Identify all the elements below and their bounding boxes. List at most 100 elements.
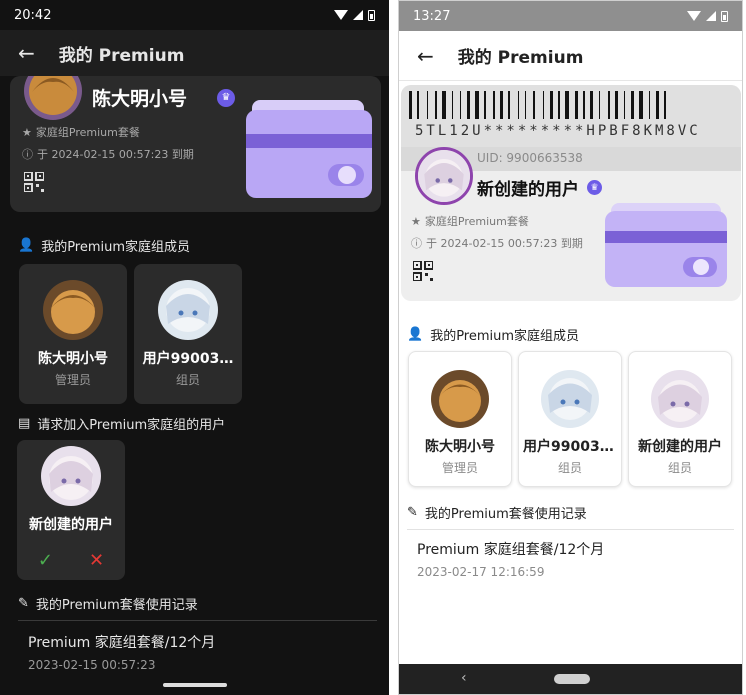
member-card[interactable]: 陈大明小号 管理员 bbox=[408, 351, 512, 487]
barcode-strip: 5TL12U*********HPBF8KM8VC bbox=[401, 85, 741, 147]
status-bar: 13:27 bbox=[399, 1, 742, 31]
dark-phone-screen: 20:42 ← 我的 Premium 陈大明小号 ♛ ★ 家庭组Premium套… bbox=[0, 0, 389, 695]
barcode-bar bbox=[661, 91, 662, 119]
avatar bbox=[41, 446, 101, 506]
expiry-row: ⓘ 于 2024-02-15 00:57:23 到期 bbox=[411, 235, 583, 251]
member-name: 用户990035… bbox=[523, 439, 621, 455]
barcode-bar bbox=[409, 91, 412, 119]
expiry-text: 于 2024-02-15 00:57:23 到期 bbox=[37, 148, 194, 161]
navigation-bar: ‹ bbox=[399, 664, 742, 694]
qr-code-icon[interactable] bbox=[413, 261, 433, 281]
barcode-bar bbox=[546, 91, 548, 119]
card-user-name: 新创建的用户 bbox=[477, 180, 579, 200]
record-date: 2023-02-17 12:16:59 bbox=[417, 565, 545, 579]
barcode-bar bbox=[521, 91, 523, 119]
barcode-bar bbox=[580, 91, 581, 119]
barcode-bar bbox=[497, 91, 498, 119]
barcode-bar bbox=[463, 91, 465, 119]
barcode-bar bbox=[565, 91, 569, 119]
pen-icon: ✎ bbox=[18, 596, 29, 611]
status-time: 13:27 bbox=[413, 8, 451, 24]
barcode-bar bbox=[620, 91, 622, 119]
plan-text: 家庭组Premium套餐 bbox=[424, 215, 529, 228]
nav-home-button[interactable] bbox=[554, 674, 590, 684]
barcode-bar bbox=[493, 91, 495, 119]
member-role: 组员 bbox=[175, 373, 200, 387]
barcode-bar bbox=[649, 91, 650, 119]
barcode-bar bbox=[543, 91, 544, 119]
crown-icon: ♛ bbox=[217, 88, 236, 107]
avatar bbox=[43, 280, 103, 340]
member-role: 管理员 bbox=[54, 373, 91, 387]
barcode-bar bbox=[627, 91, 629, 119]
back-button[interactable]: ← bbox=[417, 46, 434, 66]
barcode-bar bbox=[427, 91, 428, 119]
premium-card: 5TL12U*********HPBF8KM8VC UID: 990066353… bbox=[401, 85, 741, 301]
members-section-title: 我的Premium家庭组成员 bbox=[41, 240, 191, 255]
avatar bbox=[541, 370, 599, 428]
member-card[interactable]: 用户99003… 组员 bbox=[134, 264, 242, 404]
records-section-title: 我的Premium套餐使用记录 bbox=[35, 598, 198, 613]
record-date: 2023-02-15 00:57:23 bbox=[28, 658, 156, 672]
barcode-bar bbox=[590, 91, 593, 119]
barcode-bar bbox=[595, 91, 597, 119]
barcode-bar bbox=[558, 91, 560, 119]
barcode-bar bbox=[664, 91, 666, 119]
request-user-name: 新创建的用户 bbox=[29, 517, 113, 533]
barcode-bar bbox=[472, 91, 473, 119]
expiry-row: ⓘ 于 2024-02-15 00:57:23 到期 bbox=[22, 146, 194, 162]
barcode-bar bbox=[612, 91, 613, 119]
member-card[interactable]: 新创建的用户 组员 bbox=[628, 351, 732, 487]
accept-button[interactable]: ✓ bbox=[38, 550, 53, 571]
barcode-bar bbox=[525, 91, 526, 119]
star-icon: ★ bbox=[22, 125, 32, 139]
members-section-header: 👤 我的Premium家庭组成员 bbox=[407, 325, 579, 344]
signal-icon bbox=[706, 11, 716, 21]
plan-row: ★ 家庭组Premium套餐 bbox=[411, 213, 529, 229]
request-list-icon: ▤ bbox=[18, 416, 31, 431]
barcode-bar bbox=[599, 91, 600, 119]
member-card[interactable]: 用户990035… 组员 bbox=[518, 351, 622, 487]
comparison-screenshot: 20:42 ← 我的 Premium 陈大明小号 ♛ ★ 家庭组Premium套… bbox=[0, 0, 746, 695]
request-actions: ✓ ✕ bbox=[38, 550, 104, 571]
crown-icon: ♛ bbox=[587, 180, 602, 195]
plan-row: ★ 家庭组Premium套餐 bbox=[22, 124, 140, 140]
barcode-bar bbox=[624, 91, 625, 119]
page-title: 我的 Premium bbox=[457, 48, 584, 68]
app-bar: ← 我的 Premium bbox=[0, 30, 389, 76]
record-item: Premium 家庭组套餐/12个月 2023-02-15 00:57:23 bbox=[28, 632, 215, 672]
people-icon: 👤 bbox=[407, 327, 424, 342]
wifi-icon bbox=[334, 10, 348, 20]
home-indicator[interactable] bbox=[162, 683, 227, 687]
barcode-bar bbox=[587, 91, 588, 119]
plan-text: 家庭组Premium套餐 bbox=[35, 126, 140, 139]
avatar bbox=[158, 280, 218, 340]
barcode-bar bbox=[505, 91, 506, 119]
light-phone-screen: 13:27 ← 我的 Premium 5TL12U*********HPBF8K… bbox=[398, 0, 743, 695]
barcode-bar bbox=[537, 91, 541, 119]
members-section-title: 我的Premium家庭组成员 bbox=[430, 329, 580, 344]
barcode-bar bbox=[583, 91, 585, 119]
avatar bbox=[415, 147, 473, 205]
member-code: 5TL12U*********HPBF8KM8VC bbox=[415, 123, 701, 139]
reject-button[interactable]: ✕ bbox=[89, 550, 104, 571]
barcode-bar bbox=[518, 91, 519, 119]
barcode-bar bbox=[430, 91, 433, 119]
member-card[interactable]: 陈大明小号 管理员 bbox=[19, 264, 127, 404]
record-title: Premium 家庭组套餐/12个月 bbox=[417, 542, 605, 558]
back-button[interactable]: ← bbox=[18, 43, 35, 63]
card-user-name: 陈大明小号 bbox=[92, 88, 188, 110]
divider bbox=[18, 620, 377, 621]
barcode-bar bbox=[417, 91, 419, 119]
member-name: 陈大明小号 bbox=[425, 439, 495, 455]
star-icon: ★ bbox=[411, 214, 421, 228]
barcode-bar bbox=[508, 91, 510, 119]
barcode-bar bbox=[656, 91, 659, 119]
barcode-bar bbox=[555, 91, 556, 119]
nav-back-button[interactable]: ‹ bbox=[461, 670, 467, 686]
record-title: Premium 家庭组套餐/12个月 bbox=[28, 635, 216, 651]
members-section-header: 👤 我的Premium家庭组成员 bbox=[18, 236, 190, 255]
battery-icon bbox=[368, 9, 375, 21]
qr-code-icon[interactable] bbox=[24, 172, 44, 192]
barcode-bar bbox=[455, 91, 458, 119]
